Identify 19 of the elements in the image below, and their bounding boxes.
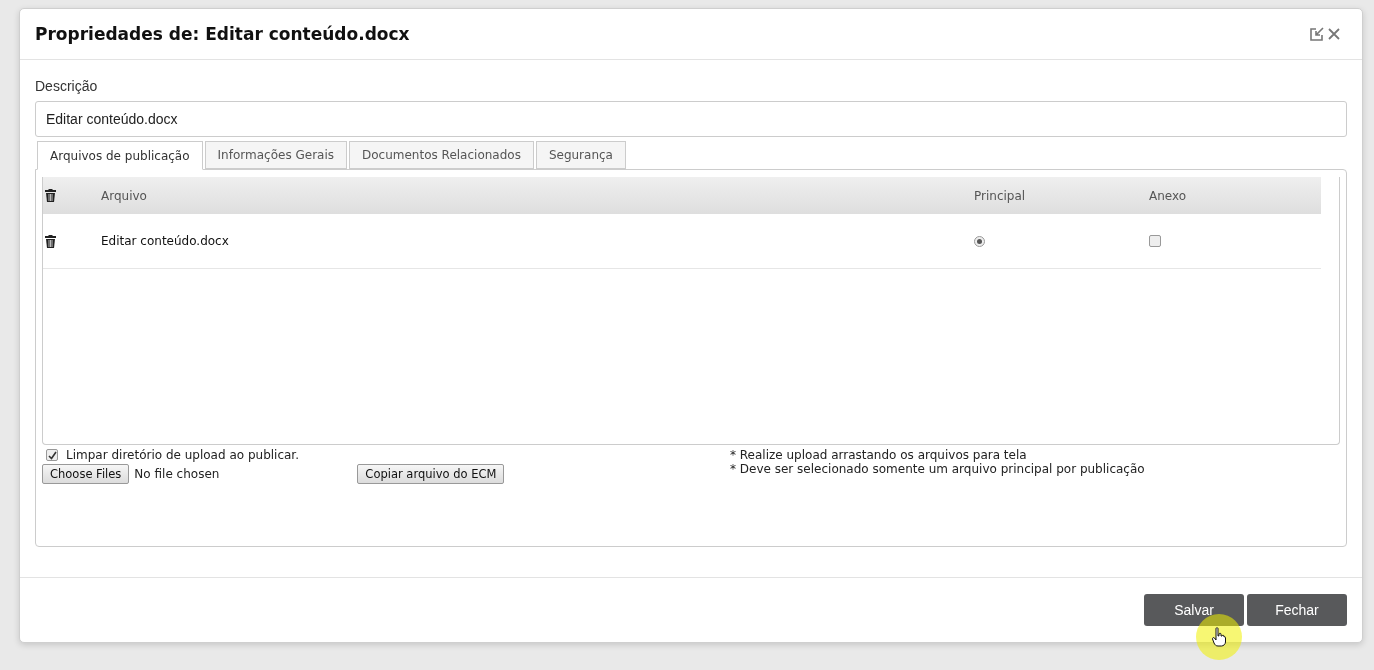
- clear-upload-label: Limpar diretório de upload ao publicar.: [66, 448, 299, 462]
- dialog-button[interactable]: Fechar: [1247, 594, 1347, 626]
- tab[interactable]: Informações Gerais: [204, 141, 347, 169]
- column-header: Anexo: [1149, 188, 1188, 203]
- column-header: Arquivo: [101, 188, 148, 203]
- copy-from-ecm-button[interactable]: Copiar arquivo do ECM: [357, 464, 505, 484]
- column-header: Principal: [974, 188, 1027, 203]
- choose-files-button[interactable]: Choose Files: [42, 464, 130, 484]
- dialog-button[interactable]: Salvar: [1144, 594, 1244, 626]
- file-name: Editar conteúdo.docx: [101, 234, 230, 248]
- tab[interactable]: Arquivos de publicação: [37, 141, 203, 170]
- dialog-title: Propriedades de: Editar conteúdo.docx: [35, 24, 410, 44]
- description-label: Descrição: [35, 78, 99, 94]
- upload-note: * Realize upload arrastando os arquivos para tela: [730, 448, 1028, 462]
- tab[interactable]: Documentos Relacionados: [349, 141, 534, 169]
- file-status: No file chosen: [134, 467, 221, 481]
- description-field[interactable]: Editar conteúdo.docx: [35, 101, 1347, 137]
- upload-note: * Deve ser selecionado somente um arquivo principal por publicação: [730, 462, 1146, 476]
- tab[interactable]: Segurança: [535, 141, 626, 169]
